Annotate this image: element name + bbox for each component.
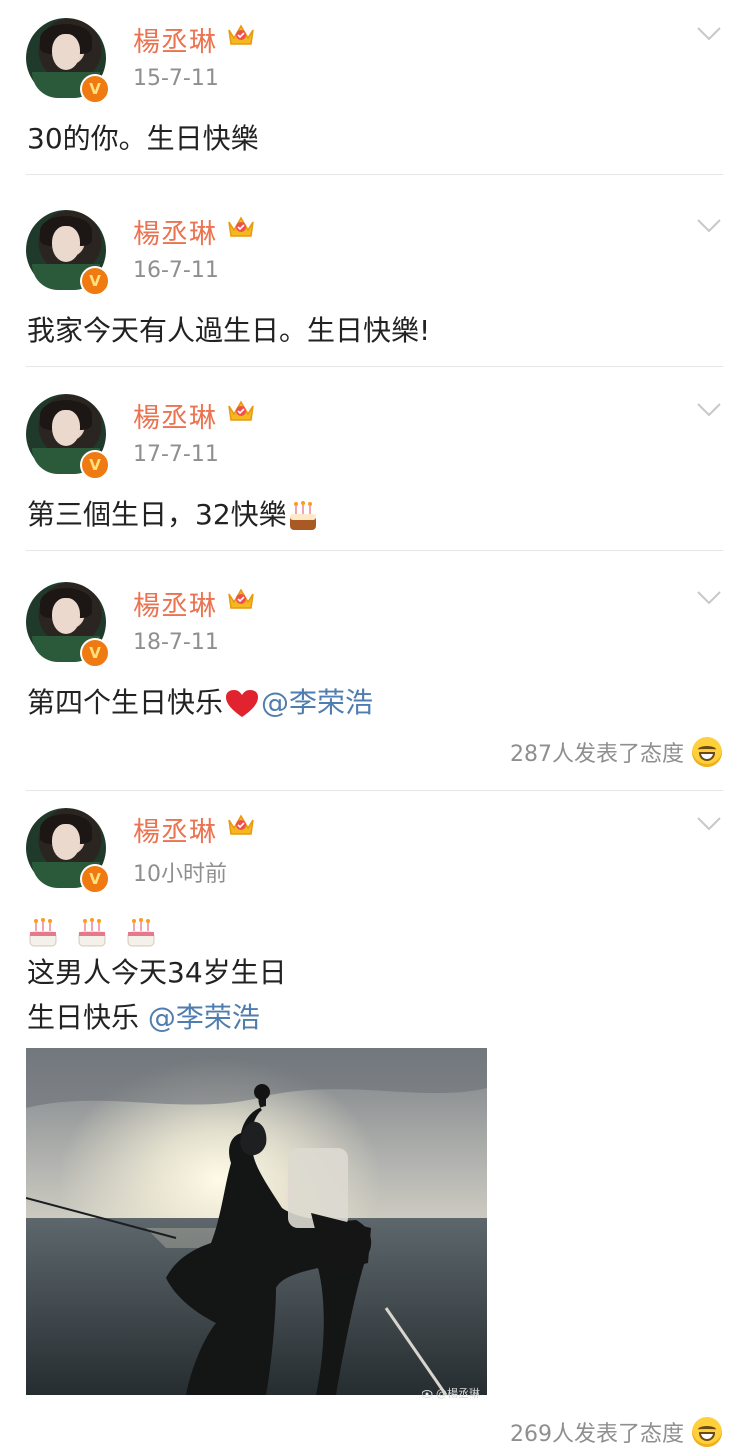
post-text-line: 这男人今天34岁生日 [27, 956, 287, 989]
verified-badge-icon: V [80, 266, 110, 296]
photo-watermark: @楊丞琳 [436, 1387, 480, 1400]
post-text: 30的你。生日快樂 [27, 122, 259, 155]
post-time: 16-7-11 [133, 258, 219, 283]
crown-icon [228, 24, 254, 45]
user-name[interactable]: 楊丞琳 [133, 212, 217, 251]
chevron-down-icon[interactable] [696, 816, 722, 832]
user-name[interactable]: 楊丞琳 [133, 396, 217, 435]
cake-emoji-row [27, 908, 157, 954]
divider [26, 174, 723, 175]
reactions-count: 287人发表了态度 [510, 742, 684, 767]
reactions-summary[interactable]: 269人发表了态度 [510, 1416, 722, 1448]
user-name[interactable]: 楊丞琳 [133, 20, 217, 59]
mention-link[interactable]: @李荣浩 [261, 686, 373, 719]
post-time: 15-7-11 [133, 66, 219, 91]
post-time: 10小时前 [133, 862, 227, 887]
reactions-summary[interactable]: 287人发表了态度 [510, 736, 722, 768]
chevron-down-icon[interactable] [696, 402, 722, 418]
verified-badge-icon: V [80, 864, 110, 894]
grinning-face-icon [692, 737, 722, 767]
divider [26, 790, 723, 791]
verified-badge-icon: V [80, 74, 110, 104]
user-name[interactable]: 楊丞琳 [133, 810, 217, 849]
crown-icon [228, 400, 254, 421]
post-time: 17-7-11 [133, 442, 219, 467]
weibo-logo-icon [422, 1390, 433, 1398]
post-time: 18-7-11 [133, 630, 219, 655]
divider [26, 550, 723, 551]
crown-icon [228, 216, 254, 237]
birthday-cake-emoji [29, 918, 57, 947]
mention-link[interactable]: @李荣浩 [148, 1001, 260, 1034]
chevron-down-icon[interactable] [696, 218, 722, 234]
birthday-cake-emoji [127, 918, 155, 947]
divider [26, 366, 723, 367]
chevron-down-icon[interactable] [696, 26, 722, 42]
photo-scene [26, 1048, 487, 1395]
chevron-down-icon[interactable] [696, 590, 722, 606]
post-photo[interactable] [26, 1048, 487, 1395]
reactions-count: 269人发表了态度 [510, 1422, 684, 1447]
red-heart-emoji [226, 690, 259, 717]
post-text-content: 第三個生日，32快樂 [27, 498, 287, 531]
post-text-content: 第四个生日快乐 [27, 686, 224, 719]
post-text: 我家今天有人過生日。生日快樂! [27, 314, 431, 347]
birthday-cake-emoji [289, 501, 316, 530]
verified-badge-icon: V [80, 638, 110, 668]
user-name[interactable]: 楊丞琳 [133, 584, 217, 623]
verified-badge-icon: V [80, 450, 110, 480]
post-text-line: 生日快乐 @李荣浩 [27, 995, 260, 1041]
birthday-cake-emoji [78, 918, 106, 947]
post-text: 第三個生日，32快樂 [27, 492, 319, 538]
grinning-face-icon [692, 1417, 722, 1447]
crown-icon [228, 814, 254, 835]
post-text: 第四个生日快乐 @李荣浩 [27, 680, 373, 726]
post-text-content: 生日快乐 [27, 1001, 148, 1034]
crown-icon [228, 588, 254, 609]
